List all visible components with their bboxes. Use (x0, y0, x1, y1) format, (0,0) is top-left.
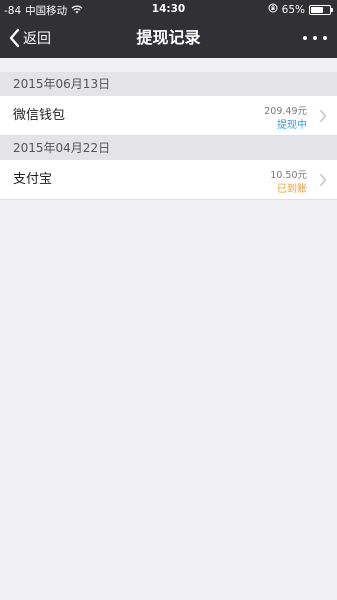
orientation-lock-icon (268, 3, 278, 16)
page-title: 提现记录 (136, 28, 201, 47)
record-status: 已到账 (277, 184, 307, 195)
battery-fill (311, 6, 323, 13)
record-account-name: 支付宝 (13, 172, 53, 187)
withdrawal-record-row[interactable]: 支付宝 10.50元 已到账 (0, 160, 337, 200)
back-button[interactable]: 返回 (8, 18, 51, 58)
record-account-name: 微信钱包 (13, 108, 66, 123)
top-bar: -84 中国移动 14:30 65% 返回 提现记录 (0, 0, 337, 58)
more-icon-dot (313, 36, 317, 40)
status-right: 65% (268, 3, 333, 16)
more-icon-dot (323, 36, 327, 40)
withdrawal-list: 2015年06月13日 微信钱包 209.49元 提现中 2015年04月22日… (0, 58, 337, 200)
section-date-header: 2015年06月13日 (0, 72, 337, 96)
status-bar: -84 中国移动 14:30 65% (0, 0, 337, 18)
chevron-left-icon (9, 28, 20, 48)
chevron-right-icon (319, 173, 327, 187)
chevron-right-icon (319, 109, 327, 123)
record-amount: 209.49元 (264, 106, 307, 117)
battery-percent: 65% (281, 3, 305, 16)
withdrawal-record-row[interactable]: 微信钱包 209.49元 提现中 (0, 96, 337, 136)
record-amount: 10.50元 (270, 170, 307, 181)
back-label: 返回 (23, 31, 51, 47)
battery-icon (309, 4, 333, 15)
more-button[interactable] (303, 28, 327, 48)
more-icon-dot (303, 36, 307, 40)
navigation-bar: 返回 提现记录 (0, 18, 337, 58)
record-status: 提现中 (277, 120, 307, 131)
section-date-header: 2015年04月22日 (0, 136, 337, 160)
top-spacer (0, 58, 337, 72)
